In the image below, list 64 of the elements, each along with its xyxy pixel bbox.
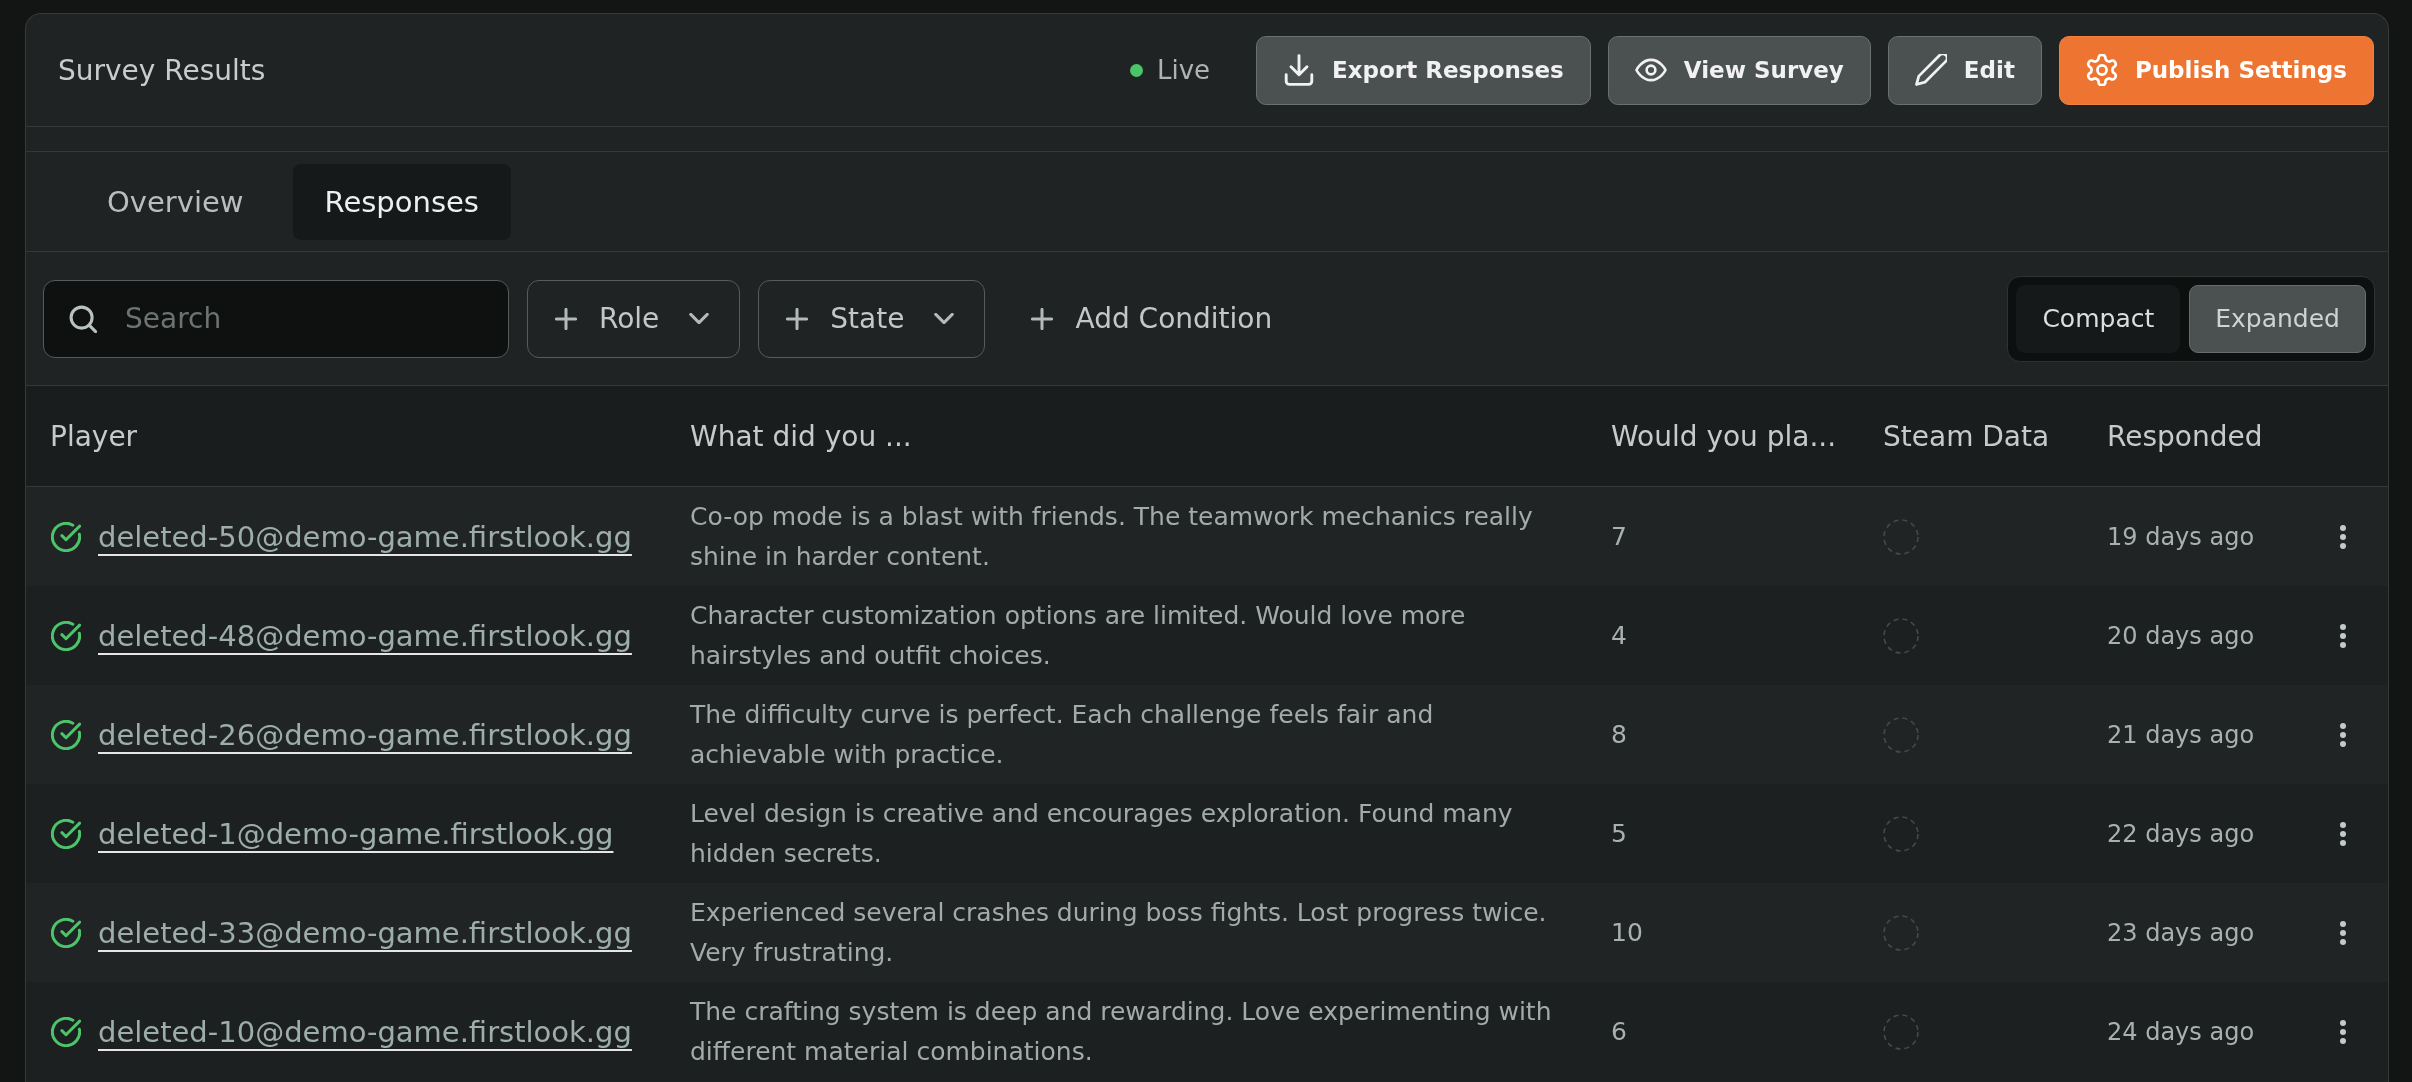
header-action-button[interactable]: Edit bbox=[1887, 35, 2042, 105]
dashed-circle-icon bbox=[1883, 518, 1919, 555]
rating-value: 6 bbox=[1611, 1017, 1627, 1046]
search-field[interactable]: Search bbox=[43, 279, 509, 358]
player-email-link[interactable]: deleted-48@demo-game.firstlook.gg bbox=[98, 618, 632, 653]
responded-date: 20 days ago bbox=[2107, 621, 2255, 650]
page-title: Survey Results bbox=[58, 53, 267, 87]
tab[interactable]: Overview bbox=[75, 163, 276, 240]
player-email-link[interactable]: deleted-33@demo-game.firstlook.gg bbox=[98, 915, 632, 950]
response-text: Level design is creative and encourages exploration. Found many hidden secrets. bbox=[690, 797, 1514, 870]
view-option-button[interactable]: Expanded bbox=[2189, 284, 2366, 353]
more-options-icon[interactable] bbox=[2339, 820, 2347, 847]
player-email-link[interactable]: deleted-1@demo-game.firstlook.gg bbox=[98, 816, 614, 851]
column-header[interactable]: Steam Data bbox=[1883, 419, 2050, 453]
player-email-link[interactable]: deleted-10@demo-game.firstlook.gg bbox=[98, 1014, 632, 1049]
responded-date: 23 days ago bbox=[2107, 918, 2255, 947]
plus-icon bbox=[555, 307, 577, 330]
column-header[interactable]: Player bbox=[50, 419, 138, 453]
rating-value: 5 bbox=[1611, 819, 1627, 848]
header-action-button[interactable]: Export Responses bbox=[1256, 35, 1591, 105]
filter-dropdown[interactable]: State bbox=[758, 279, 986, 358]
gear-icon bbox=[2085, 54, 2118, 86]
more-options-icon[interactable] bbox=[2339, 721, 2347, 748]
response-text: The crafting system is deep and rewarding. Love experimenting with different material combinations. bbox=[690, 995, 1553, 1068]
response-text: The difficulty curve is perfect. Each challenge feels fair and achievable with practice. bbox=[690, 698, 1435, 771]
response-text: Experienced several crashes during boss fights. Lost progress twice. Very frustrating. bbox=[690, 896, 1548, 969]
rating-value: 4 bbox=[1611, 621, 1627, 650]
responded-date: 19 days ago bbox=[2107, 522, 2255, 551]
rating-value: 10 bbox=[1611, 918, 1643, 947]
more-options-icon[interactable] bbox=[2339, 523, 2347, 550]
responded-date: 22 days ago bbox=[2107, 819, 2255, 848]
player-email-link[interactable]: deleted-26@demo-game.firstlook.gg bbox=[98, 717, 632, 752]
column-header[interactable]: Would you pla... bbox=[1611, 419, 1837, 453]
chevron-down-icon bbox=[689, 313, 710, 324]
more-options-icon[interactable] bbox=[2339, 919, 2347, 946]
plus-icon bbox=[786, 307, 809, 330]
response-text: Character customization options are limited. Would love more hairstyles and outfit choices. bbox=[690, 599, 1467, 672]
rating-value: 7 bbox=[1611, 522, 1627, 551]
plus-icon bbox=[1031, 307, 1054, 330]
more-options-icon[interactable] bbox=[2339, 622, 2347, 649]
pencil-icon bbox=[1914, 54, 1947, 86]
tab[interactable]: Responses bbox=[292, 163, 511, 240]
view-option-button[interactable]: Compact bbox=[2016, 284, 2181, 353]
column-header[interactable]: Responded bbox=[2107, 419, 2263, 453]
dashed-circle-icon bbox=[1883, 1013, 1919, 1050]
more-options-icon[interactable] bbox=[2339, 1018, 2347, 1045]
search-icon bbox=[69, 304, 97, 333]
chevron-down-icon bbox=[934, 313, 955, 324]
header-action-button[interactable]: View Survey bbox=[1607, 35, 1871, 105]
filter-dropdown[interactable]: Role bbox=[527, 279, 741, 358]
add-condition-button[interactable]: Add Condition bbox=[1015, 279, 1289, 358]
rating-value: 8 bbox=[1611, 720, 1627, 749]
response-text: Co-op mode is a blast with friends. The teamwork mechanics really shine in harder content. bbox=[690, 500, 1534, 573]
column-header[interactable]: What did you ... bbox=[690, 419, 912, 453]
status-dot-icon bbox=[1129, 63, 1143, 77]
player-email-link[interactable]: deleted-50@demo-game.firstlook.gg bbox=[98, 519, 632, 554]
download-icon bbox=[1283, 54, 1316, 86]
responded-date: 21 days ago bbox=[2107, 720, 2255, 749]
dashed-circle-icon bbox=[1883, 914, 1919, 951]
dashed-circle-icon bbox=[1883, 716, 1919, 753]
responded-date: 24 days ago bbox=[2107, 1017, 2255, 1046]
status-label: Live bbox=[1156, 55, 1211, 85]
dashed-circle-icon bbox=[1883, 815, 1919, 852]
dashed-circle-icon bbox=[1883, 617, 1919, 654]
